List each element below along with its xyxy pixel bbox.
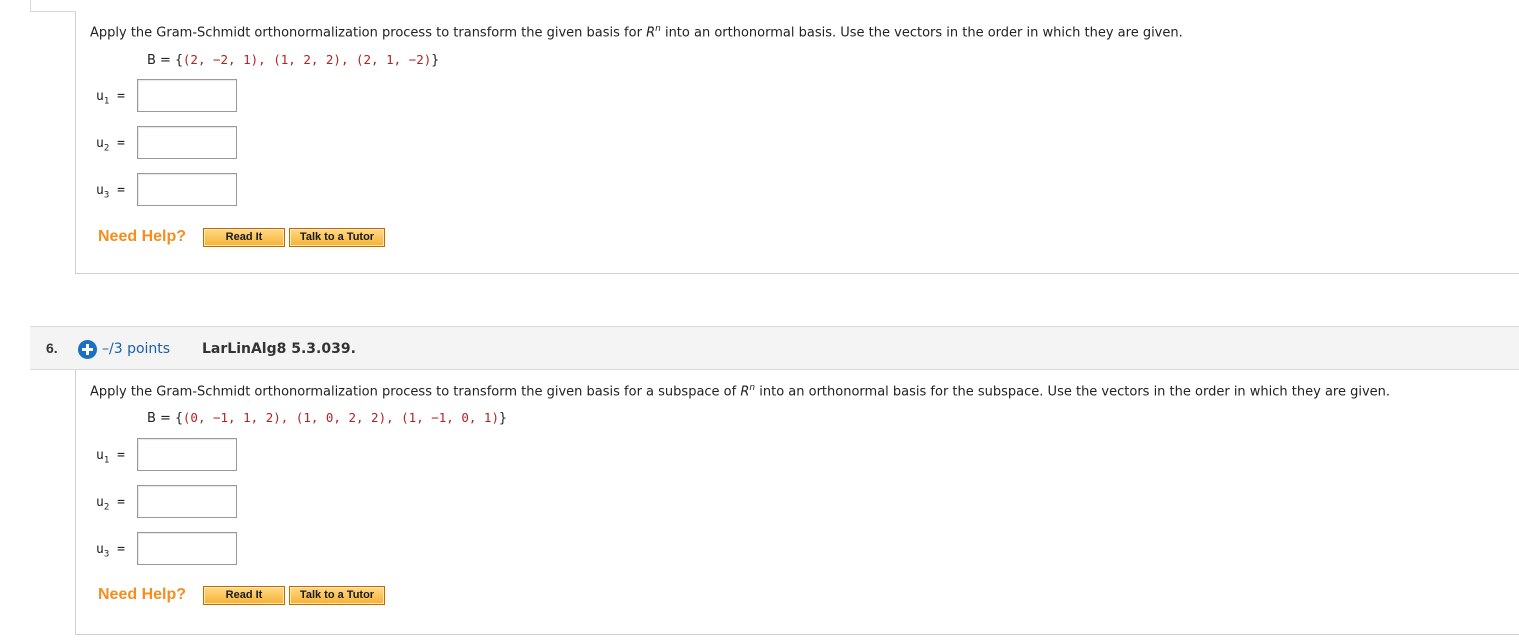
question-points: –/3 points	[102, 341, 171, 357]
assignment-page: Apply the Gram-Schmidt orthonormalizatio…	[0, 0, 1519, 643]
question-5-prompt: Apply the Gram-Schmidt orthonormalizatio…	[90, 24, 1183, 41]
talk-to-tutor-button[interactable]: Talk to a Tutor	[289, 228, 385, 247]
question-6-basis: B = {(0, −1, 1, 2), (1, 0, 2, 2), (1, −1…	[147, 410, 507, 426]
plus-circle-icon[interactable]	[78, 340, 97, 359]
question-number: 6.	[46, 340, 58, 356]
answer-label-u1: u1 =	[96, 448, 125, 466]
question-source: LarLinAlg8 5.3.039.	[202, 341, 356, 357]
question-6-prompt: Apply the Gram-Schmidt orthonormalizatio…	[90, 383, 1391, 400]
answer-input-u1[interactable]	[137, 438, 237, 471]
answer-label-u2: u2 =	[96, 495, 125, 513]
answer-input-u2[interactable]	[137, 485, 237, 518]
read-it-button[interactable]: Read It	[203, 586, 285, 605]
answer-label-u3: u3 =	[96, 542, 125, 560]
need-help-label: Need Help?	[98, 228, 187, 245]
answer-input-u3[interactable]	[137, 532, 237, 565]
answer-input-u1[interactable]	[137, 79, 237, 112]
answer-label-u1: u1 =	[96, 89, 125, 107]
answer-input-u3[interactable]	[137, 173, 237, 206]
question-5-basis: B = {(2, −2, 1), (1, 2, 2), (2, 1, −2)}	[147, 52, 440, 68]
talk-to-tutor-button[interactable]: Talk to a Tutor	[289, 586, 385, 605]
need-help-label: Need Help?	[98, 586, 187, 603]
answer-label-u2: u2 =	[96, 136, 125, 154]
answer-input-u2[interactable]	[137, 126, 237, 159]
question-5-body: Apply the Gram-Schmidt orthonormalizatio…	[75, 11, 1519, 274]
question-6-body: Apply the Gram-Schmidt orthonormalizatio…	[75, 370, 1519, 635]
answer-label-u3: u3 =	[96, 183, 125, 201]
read-it-button[interactable]: Read It	[203, 228, 285, 247]
